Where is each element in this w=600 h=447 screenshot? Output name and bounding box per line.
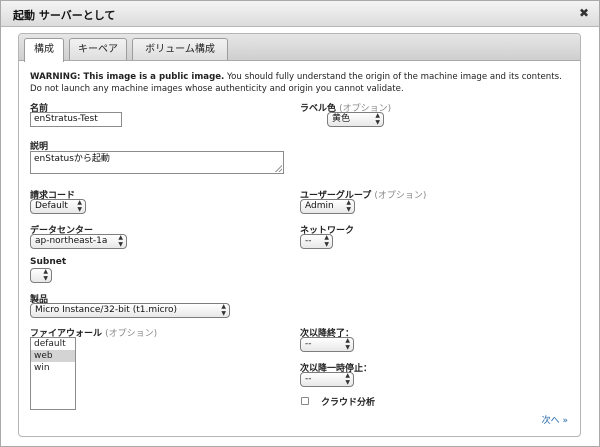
product-value: Micro Instance/32-bit (t1.micro) bbox=[35, 305, 178, 315]
select-arrows-icon: ▲ ▼ bbox=[118, 234, 123, 248]
label-color-value: 黄色 bbox=[332, 114, 351, 124]
public-image-warning: WARNING: This image is a public image. Y… bbox=[30, 71, 575, 95]
close-icon[interactable]: ✖ bbox=[579, 6, 589, 20]
billing-code-value: Default bbox=[35, 201, 68, 211]
datacenter-select[interactable]: ap-northeast-1a ▲ ▼ bbox=[30, 234, 127, 249]
cloud-analytics-checkbox[interactable] bbox=[301, 397, 309, 405]
network-value: -- bbox=[305, 236, 312, 246]
launch-server-dialog: 起動 サーバーとして ✖ 構成 キーペア ボリューム構成 WARNING: Th… bbox=[0, 0, 600, 447]
user-group-value: Admin bbox=[305, 201, 334, 211]
firewall-option-selected[interactable]: web bbox=[31, 350, 75, 362]
dialog-title: 起動 サーバーとして bbox=[13, 9, 116, 22]
description-textarea[interactable]: enStatusから起動 bbox=[30, 151, 284, 174]
select-arrows-icon: ▲ ▼ bbox=[43, 268, 48, 282]
firewall-option[interactable]: win bbox=[31, 362, 75, 374]
tab-strip: 構成 キーペア ボリューム構成 bbox=[19, 34, 580, 62]
firewall-listbox[interactable]: default web win bbox=[30, 337, 76, 410]
firewall-option[interactable]: default bbox=[31, 338, 75, 350]
user-group-optional: (オプション) bbox=[374, 191, 427, 201]
datacenter-value: ap-northeast-1a bbox=[35, 236, 108, 246]
select-arrows-icon: ▲ ▼ bbox=[345, 337, 350, 351]
select-arrows-icon: ▲ ▼ bbox=[221, 303, 226, 317]
select-arrows-icon: ▲ ▼ bbox=[324, 234, 329, 248]
select-arrows-icon: ▲ ▼ bbox=[345, 372, 350, 386]
tab-panel: 構成 キーペア ボリューム構成 WARNING: This image is a… bbox=[18, 33, 581, 437]
terminate-after-value: -- bbox=[305, 339, 312, 349]
network-select[interactable]: -- ▲ ▼ bbox=[300, 234, 333, 249]
select-arrows-icon: ▲ ▼ bbox=[77, 199, 82, 213]
product-select[interactable]: Micro Instance/32-bit (t1.micro) ▲ ▼ bbox=[30, 303, 230, 318]
user-group-select[interactable]: Admin ▲ ▼ bbox=[300, 199, 355, 214]
next-link[interactable]: 次へ » bbox=[542, 413, 568, 426]
dialog-titlebar: 起動 サーバーとして ✖ bbox=[1, 1, 599, 27]
select-arrows-icon: ▲ ▼ bbox=[346, 199, 351, 213]
tab-keypair[interactable]: キーペア bbox=[69, 38, 127, 60]
tab-volume-configuration[interactable]: ボリューム構成 bbox=[132, 38, 228, 60]
select-arrows-icon: ▲ ▼ bbox=[375, 112, 380, 126]
name-field[interactable]: enStratus-Test bbox=[30, 112, 122, 127]
tab-configuration[interactable]: 構成 bbox=[24, 38, 64, 62]
firewall-optional: (オプション) bbox=[105, 329, 158, 339]
label-color-select[interactable]: 黄色 ▲ ▼ bbox=[327, 112, 384, 127]
billing-code-select[interactable]: Default ▲ ▼ bbox=[30, 199, 86, 214]
resize-grip-icon[interactable] bbox=[275, 165, 282, 172]
pause-after-value: -- bbox=[305, 374, 312, 384]
description-value: enStatusから起動 bbox=[34, 154, 110, 164]
pause-after-select[interactable]: -- ▲ ▼ bbox=[300, 372, 354, 387]
warning-prefix: WARNING: This image is a public image. bbox=[30, 72, 225, 82]
subnet-select[interactable]: ▲ ▼ bbox=[30, 268, 52, 283]
terminate-after-select[interactable]: -- ▲ ▼ bbox=[300, 337, 354, 352]
subnet-label: Subnet bbox=[30, 257, 67, 267]
cloud-analytics-label: クラウド分析 bbox=[321, 398, 376, 408]
